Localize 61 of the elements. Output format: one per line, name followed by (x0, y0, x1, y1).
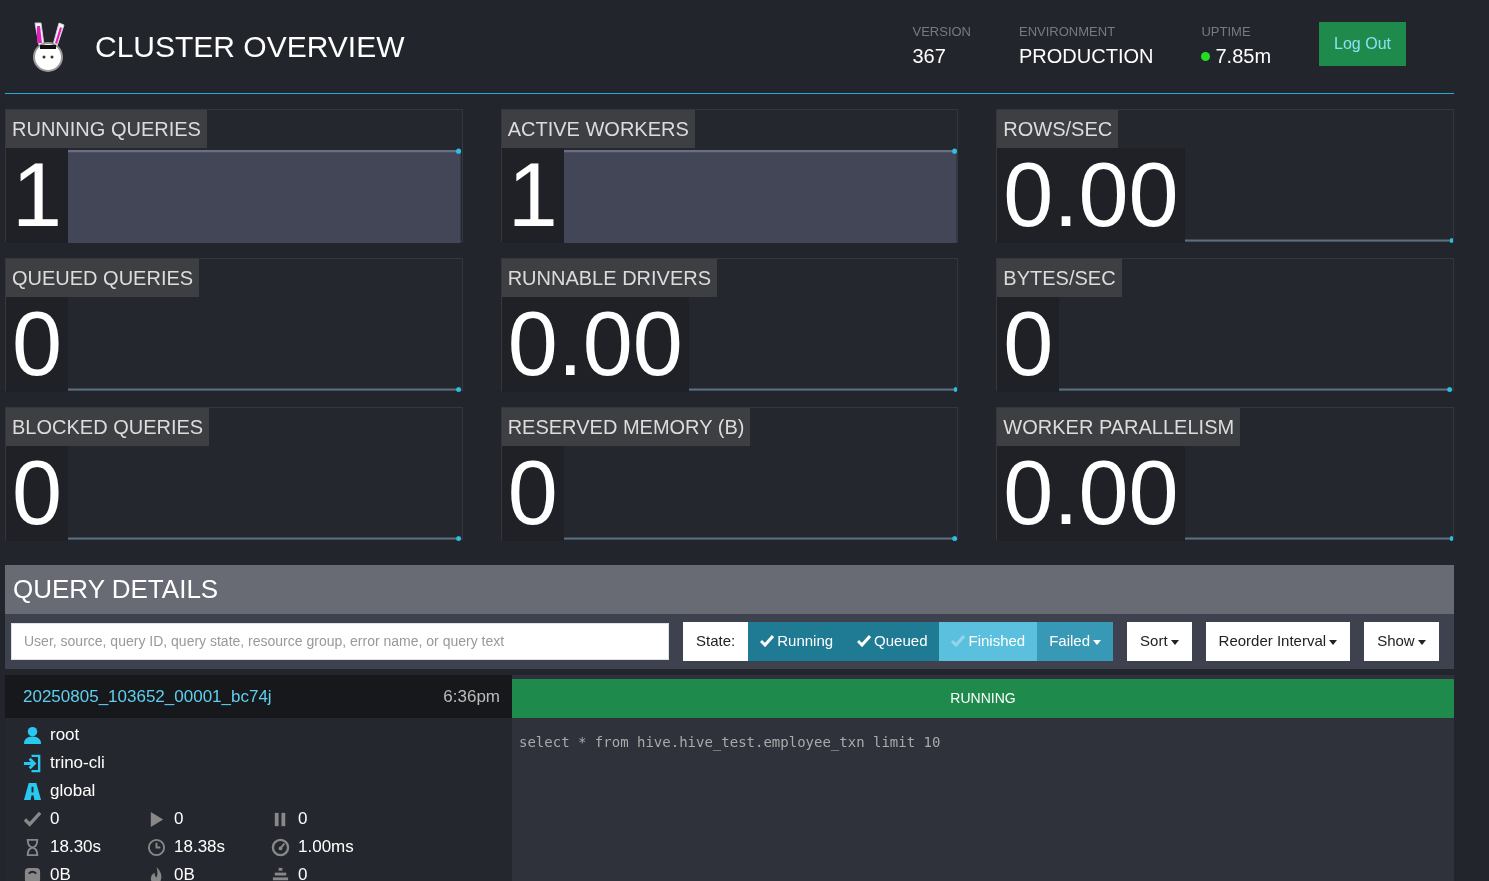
query-time: 6:36pm (443, 685, 500, 708)
query-stat: root (50, 724, 80, 747)
tile-value: 0.00 (997, 148, 1185, 243)
tile-label: WORKER PARALLELISM (997, 408, 1241, 446)
tile-label: BYTES/SEC (997, 259, 1122, 297)
query-stat: global (50, 780, 96, 803)
query-stat: trino-cli (50, 752, 105, 775)
section-title: QUERY DETAILS (5, 565, 1454, 614)
tile-value: 1 (6, 148, 69, 243)
stat-label: UPTIME (1201, 22, 1252, 41)
query-stat: 0 (298, 864, 308, 881)
query-stat: 0 (298, 808, 308, 831)
tile-label: BLOCKED QUERIES (6, 408, 210, 446)
stat-value: 367 (912, 44, 946, 70)
dropdown-button[interactable]: Sort (1127, 622, 1192, 661)
state-filter-button[interactable]: Queued (845, 622, 940, 661)
dropdown-button[interactable]: Show (1364, 622, 1439, 661)
tile-label: RESERVED MEMORY (B) (501, 408, 751, 446)
check-icon (857, 635, 872, 647)
search-field[interactable]: User, source, query ID, query state, resource group, error name, or query text (11, 622, 669, 660)
tile-value: 1 (501, 148, 564, 243)
query-stat: 18.30s (50, 836, 102, 859)
tile-value: 0 (501, 446, 564, 541)
state-label: State: (683, 622, 749, 661)
dropdown-button[interactable]: Reorder Interval (1205, 622, 1351, 661)
state-filter-button[interactable]: Failed (1037, 622, 1114, 661)
state-filter-button[interactable]: Running (748, 622, 846, 661)
query-stat: 18.38s (174, 836, 226, 859)
tile-value: 0 (6, 446, 69, 541)
check-icon (760, 635, 775, 647)
logout-button[interactable]: Log Out (1319, 21, 1406, 66)
tile-label: ROWS/SEC (997, 110, 1119, 148)
gauge-icon (271, 837, 290, 857)
road-icon (23, 781, 42, 801)
sign-in-icon (23, 753, 42, 773)
stat-label: ENVIRONMENT (1019, 22, 1117, 41)
tile-value: 0.00 (501, 297, 689, 392)
query-text: select * from hive.hive_test.employee_txn limit 10 (518, 732, 942, 753)
query-stat: 0 (50, 808, 60, 831)
tile-value: 0.00 (997, 446, 1185, 541)
tile-label: QUEUED QUERIES (6, 259, 200, 297)
check-icon (23, 809, 42, 829)
tile-value: 0 (997, 297, 1060, 392)
query-stat: 0 (174, 808, 184, 831)
check-icon (951, 635, 966, 647)
clock-icon (147, 837, 166, 857)
query-stat: 0B (174, 864, 195, 881)
stat-value: PRODUCTION (1019, 44, 1154, 70)
pyramid-bars-icon (271, 865, 290, 881)
query-stat: 0B (50, 864, 71, 881)
user-icon (23, 725, 42, 745)
stat-label: VERSION (912, 22, 971, 41)
page-title: CLUSTER OVERVIEW (95, 29, 405, 65)
stat-value: 7.85m (1215, 44, 1272, 70)
query-state-bar: RUNNING (512, 678, 1454, 718)
tile-label: RUNNING QUERIES (6, 110, 207, 148)
tile-value: 0 (6, 297, 69, 392)
query-id-link[interactable]: 20250805_103652_00001_bc74j (23, 683, 272, 709)
tile-label: RUNNABLE DRIVERS (501, 259, 718, 297)
tile-label: ACTIVE WORKERS (501, 110, 695, 148)
query-stat: 1.00ms (298, 836, 354, 859)
